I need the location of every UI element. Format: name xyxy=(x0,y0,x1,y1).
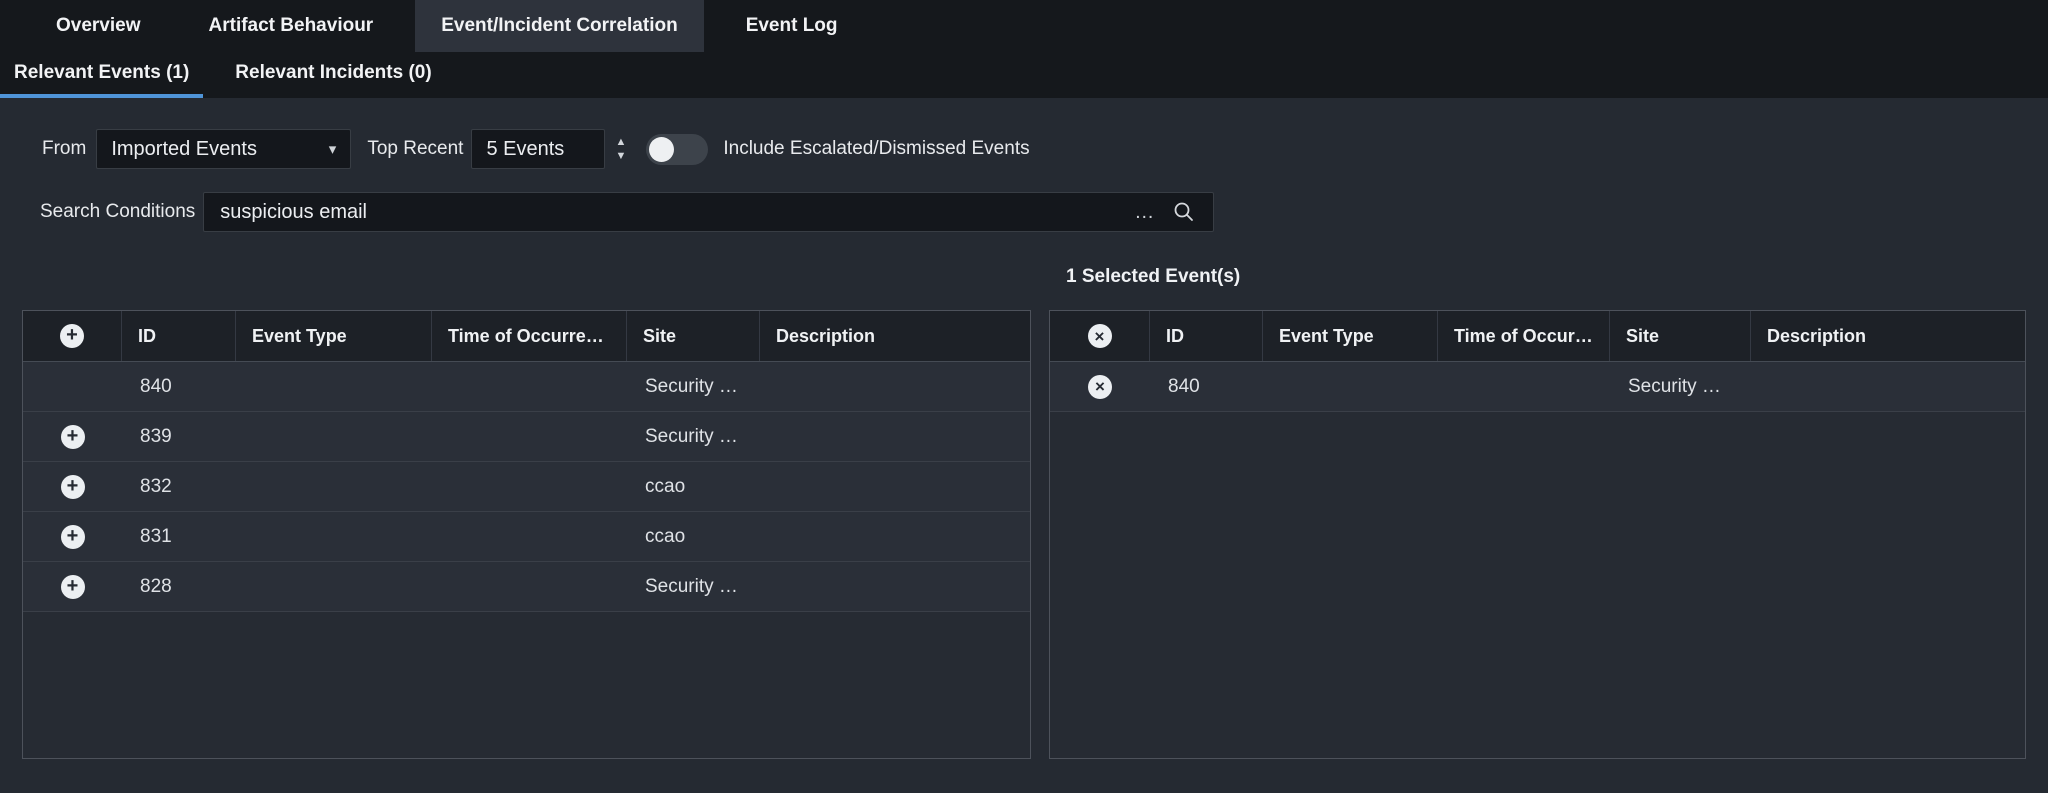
selected-events-header: × ID Event Type Time of Occur… Site Desc… xyxy=(1050,311,2025,362)
stepper-down-icon[interactable]: ▼ xyxy=(615,151,626,162)
event-site: ccao xyxy=(627,512,760,561)
event-id: 828 xyxy=(122,562,236,611)
subtab-relevant-incidents[interactable]: Relevant Incidents (0) xyxy=(219,52,447,98)
screen: Overview Artifact Behaviour Event/Incide… xyxy=(0,0,2048,793)
event-site: Security … xyxy=(627,562,760,611)
tab-artifact-behaviour[interactable]: Artifact Behaviour xyxy=(183,0,400,52)
filter-row-from: From Imported Events ▾ Top Recent 5 Even… xyxy=(42,129,1030,169)
col-id: ID xyxy=(1150,311,1263,361)
add-event-button[interactable]: + xyxy=(61,575,85,599)
filter-row-search: Search Conditions … xyxy=(40,192,1214,232)
search-input[interactable] xyxy=(220,201,1134,224)
event-type xyxy=(1263,362,1438,411)
add-column-icon: + xyxy=(60,324,84,348)
event-id: 831 xyxy=(122,512,236,561)
event-description xyxy=(760,412,1030,461)
event-site: Security … xyxy=(1610,362,1751,411)
event-row[interactable]: + 839 Security … xyxy=(23,412,1030,462)
selected-events-count: 1 Selected Event(s) xyxy=(1066,266,1240,288)
available-events-body: + 840 Security … + 839 Security … + xyxy=(23,362,1030,612)
event-type xyxy=(236,512,432,561)
col-site: Site xyxy=(627,311,760,361)
top-recent-value: 5 Events xyxy=(486,138,564,161)
search-icon[interactable] xyxy=(1173,201,1195,223)
event-time xyxy=(432,462,627,511)
tab-event-incident-correlation[interactable]: Event/Incident Correlation xyxy=(415,0,703,52)
quantity-stepper: ▲ ▼ xyxy=(615,137,626,162)
col-site: Site xyxy=(1610,311,1751,361)
event-id: 840 xyxy=(122,362,236,411)
event-row[interactable]: + 832 ccao xyxy=(23,462,1030,512)
available-events-header: + ID Event Type Time of Occurre… Site De… xyxy=(23,311,1030,362)
ellipsis-icon[interactable]: … xyxy=(1134,207,1155,217)
selected-events-body: × 840 Security … xyxy=(1050,362,2025,412)
top-recent-label: Top Recent xyxy=(367,138,463,160)
event-id: 840 xyxy=(1150,362,1263,411)
chevron-down-icon: ▾ xyxy=(329,140,337,158)
selected-events-table: × ID Event Type Time of Occur… Site Desc… xyxy=(1049,310,2026,759)
event-id: 832 xyxy=(122,462,236,511)
event-site: ccao xyxy=(627,462,760,511)
event-description xyxy=(760,462,1030,511)
search-conditions-label: Search Conditions xyxy=(40,201,195,223)
event-description xyxy=(760,562,1030,611)
selected-event-row[interactable]: × 840 Security … xyxy=(1050,362,2025,412)
event-site: Security … xyxy=(627,412,760,461)
col-event-type: Event Type xyxy=(236,311,432,361)
col-id: ID xyxy=(122,311,236,361)
event-site: Security … xyxy=(627,362,760,411)
event-row[interactable]: + 840 Security … xyxy=(23,362,1030,412)
search-box: … xyxy=(203,192,1214,232)
event-row[interactable]: + 828 Security … xyxy=(23,562,1030,612)
from-select[interactable]: Imported Events ▾ xyxy=(96,129,351,169)
include-escalated-toggle[interactable] xyxy=(646,134,708,165)
stepper-up-icon[interactable]: ▲ xyxy=(615,137,626,148)
event-row[interactable]: + 831 ccao xyxy=(23,512,1030,562)
event-time xyxy=(432,512,627,561)
col-time: Time of Occur… xyxy=(1438,311,1610,361)
top-recent-input[interactable]: 5 Events xyxy=(471,129,605,169)
top-tab-bar: Overview Artifact Behaviour Event/Incide… xyxy=(0,0,2048,52)
toggle-knob xyxy=(649,137,674,162)
remove-event-button[interactable]: × xyxy=(1088,375,1112,399)
available-events-table: + ID Event Type Time of Occurre… Site De… xyxy=(22,310,1031,759)
sub-tab-bar: Relevant Events (1) Relevant Incidents (… xyxy=(0,52,2048,98)
include-escalated-label: Include Escalated/Dismissed Events xyxy=(723,138,1029,160)
event-description xyxy=(1751,362,2025,411)
from-select-value: Imported Events xyxy=(111,138,328,161)
event-time xyxy=(432,362,627,411)
event-description xyxy=(760,362,1030,411)
col-event-type: Event Type xyxy=(1263,311,1438,361)
col-description: Description xyxy=(760,311,1030,361)
col-description: Description xyxy=(1751,311,2025,361)
tab-overview[interactable]: Overview xyxy=(30,0,167,52)
subtab-relevant-events[interactable]: Relevant Events (1) xyxy=(0,52,203,98)
add-event-button[interactable]: + xyxy=(61,425,85,449)
tab-event-log[interactable]: Event Log xyxy=(720,0,864,52)
event-type xyxy=(236,462,432,511)
event-time xyxy=(432,412,627,461)
event-id: 839 xyxy=(122,412,236,461)
event-type xyxy=(236,362,432,411)
from-label: From xyxy=(42,138,86,160)
event-time xyxy=(432,562,627,611)
remove-column-icon: × xyxy=(1088,324,1112,348)
col-time: Time of Occurre… xyxy=(432,311,627,361)
event-type xyxy=(236,412,432,461)
add-event-button[interactable]: + xyxy=(61,525,85,549)
event-description xyxy=(760,512,1030,561)
event-type xyxy=(236,562,432,611)
add-event-button[interactable]: + xyxy=(61,475,85,499)
correlation-panel: From Imported Events ▾ Top Recent 5 Even… xyxy=(0,98,2048,793)
event-time xyxy=(1438,362,1610,411)
